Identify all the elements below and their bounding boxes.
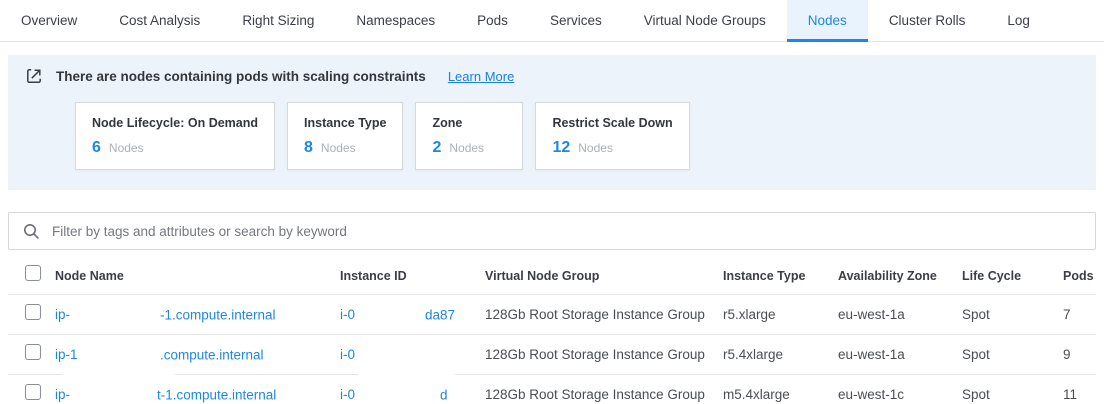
tab-cluster-rolls[interactable]: Cluster Rolls: [868, 0, 987, 41]
instance-id-link[interactable]: da87: [425, 307, 455, 322]
tab-services[interactable]: Services: [529, 0, 623, 41]
table-row[interactable]: ip- -1.compute.internal i-0 da87 128Gb R…: [8, 295, 1096, 335]
node-name-cell: ip- t-1.compute.internal: [55, 375, 340, 404]
instance-id-link[interactable]: i-0: [340, 387, 355, 402]
redaction-mask: [358, 372, 455, 376]
tab-nodes[interactable]: Nodes: [787, 0, 868, 41]
tab-pods[interactable]: Pods: [456, 0, 529, 41]
table-row[interactable]: ip-1 .compute.internal i-0 128Gb Root St…: [8, 335, 1096, 375]
availability-zone-cell: eu-west-1c: [838, 387, 962, 402]
tab-cost-analysis[interactable]: Cost Analysis: [98, 0, 221, 41]
scaling-constraints-banner: There are nodes containing pods with sca…: [8, 55, 1096, 190]
card-title: Node Lifecycle: On Demand: [92, 116, 258, 130]
tab-right-sizing[interactable]: Right Sizing: [221, 0, 335, 41]
availability-zone-cell: eu-west-1a: [838, 347, 962, 362]
redaction-mask: [63, 372, 175, 376]
tab-virtual-node-groups[interactable]: Virtual Node Groups: [623, 0, 787, 41]
card-value: 2: [432, 139, 441, 157]
filter-bar: [8, 212, 1096, 250]
node-name-link[interactable]: .compute.internal: [160, 347, 264, 362]
learn-more-link[interactable]: Learn More: [448, 69, 514, 84]
card-value: 12: [552, 139, 570, 157]
card-unit: Nodes: [321, 141, 356, 155]
card-title: Zone: [432, 116, 506, 130]
col-pods: Pods: [1063, 269, 1096, 283]
table-row[interactable]: ip- t-1.compute.internal i-0 d 128Gb Roo…: [8, 375, 1096, 404]
pods-cell: 7: [1063, 307, 1096, 322]
life-cycle-cell: Spot: [962, 307, 1063, 322]
banner-message: There are nodes containing pods with sca…: [56, 69, 426, 84]
node-name-link[interactable]: -1.compute.internal: [160, 307, 276, 322]
card-unit: Nodes: [578, 141, 613, 155]
instance-type-cell: m5.4xlarge: [723, 387, 838, 402]
col-instance-type: Instance Type: [723, 269, 838, 283]
virtual-node-group-cell: 128Gb Root Storage Instance Group: [485, 387, 723, 402]
pods-cell: 9: [1063, 347, 1096, 362]
scale-up-icon: [25, 67, 43, 85]
virtual-node-group-cell: 128Gb Root Storage Instance Group: [485, 347, 723, 362]
nodes-table: Node Name Instance ID Virtual Node Group…: [8, 257, 1096, 404]
node-name-link[interactable]: ip-: [55, 307, 70, 322]
col-virtual-node-group: Virtual Node Group: [485, 269, 723, 283]
card-restrict-scale-down[interactable]: Restrict Scale Down 12 Nodes: [535, 102, 689, 170]
card-unit: Nodes: [449, 141, 484, 155]
select-all-checkbox[interactable]: [25, 265, 41, 281]
tab-namespaces[interactable]: Namespaces: [335, 0, 456, 41]
availability-zone-cell: eu-west-1a: [838, 307, 962, 322]
card-unit: Nodes: [109, 141, 144, 155]
tab-log[interactable]: Log: [986, 0, 1051, 41]
col-instance-id: Instance ID: [340, 269, 485, 283]
instance-id-cell: i-0: [340, 335, 485, 374]
pods-cell: 11: [1063, 387, 1096, 402]
instance-type-cell: r5.4xlarge: [723, 347, 838, 362]
node-name-cell: ip-1 .compute.internal: [55, 335, 340, 374]
card-value: 6: [92, 139, 101, 157]
tab-bar: Overview Cost Analysis Right Sizing Name…: [0, 0, 1104, 42]
col-node-name: Node Name: [55, 269, 340, 283]
node-name-link[interactable]: t-1.compute.internal: [157, 387, 276, 402]
instance-id-cell: i-0 da87: [340, 295, 485, 334]
card-instance-type[interactable]: Instance Type 8 Nodes: [287, 102, 403, 170]
table-header: Node Name Instance ID Virtual Node Group…: [8, 257, 1096, 295]
virtual-node-group-cell: 128Gb Root Storage Instance Group: [485, 307, 723, 322]
instance-id-link[interactable]: i-0: [340, 347, 355, 362]
row-checkbox[interactable]: [25, 344, 41, 360]
row-checkbox[interactable]: [25, 304, 41, 320]
instance-id-link[interactable]: d: [440, 387, 448, 402]
node-name-link[interactable]: ip-1: [55, 347, 78, 362]
search-input[interactable]: [52, 224, 1083, 239]
card-node-lifecycle[interactable]: Node Lifecycle: On Demand 6 Nodes: [75, 102, 275, 170]
life-cycle-cell: Spot: [962, 387, 1063, 402]
card-title: Instance Type: [304, 116, 386, 130]
card-title: Restrict Scale Down: [552, 116, 672, 130]
card-zone[interactable]: Zone 2 Nodes: [415, 102, 523, 170]
node-name-cell: ip- -1.compute.internal: [55, 295, 340, 334]
search-icon: [23, 223, 40, 240]
node-name-link[interactable]: ip-: [55, 387, 70, 402]
row-checkbox[interactable]: [25, 384, 41, 400]
col-availability-zone: Availability Zone: [838, 269, 962, 283]
instance-id-cell: i-0 d: [340, 375, 485, 404]
tab-overview[interactable]: Overview: [0, 0, 98, 41]
instance-id-link[interactable]: i-0: [340, 307, 355, 322]
instance-type-cell: r5.xlarge: [723, 307, 838, 322]
constraint-cards: Node Lifecycle: On Demand 6 Nodes Instan…: [75, 102, 1096, 170]
col-life-cycle: Life Cycle: [962, 269, 1063, 283]
card-value: 8: [304, 139, 313, 157]
life-cycle-cell: Spot: [962, 347, 1063, 362]
